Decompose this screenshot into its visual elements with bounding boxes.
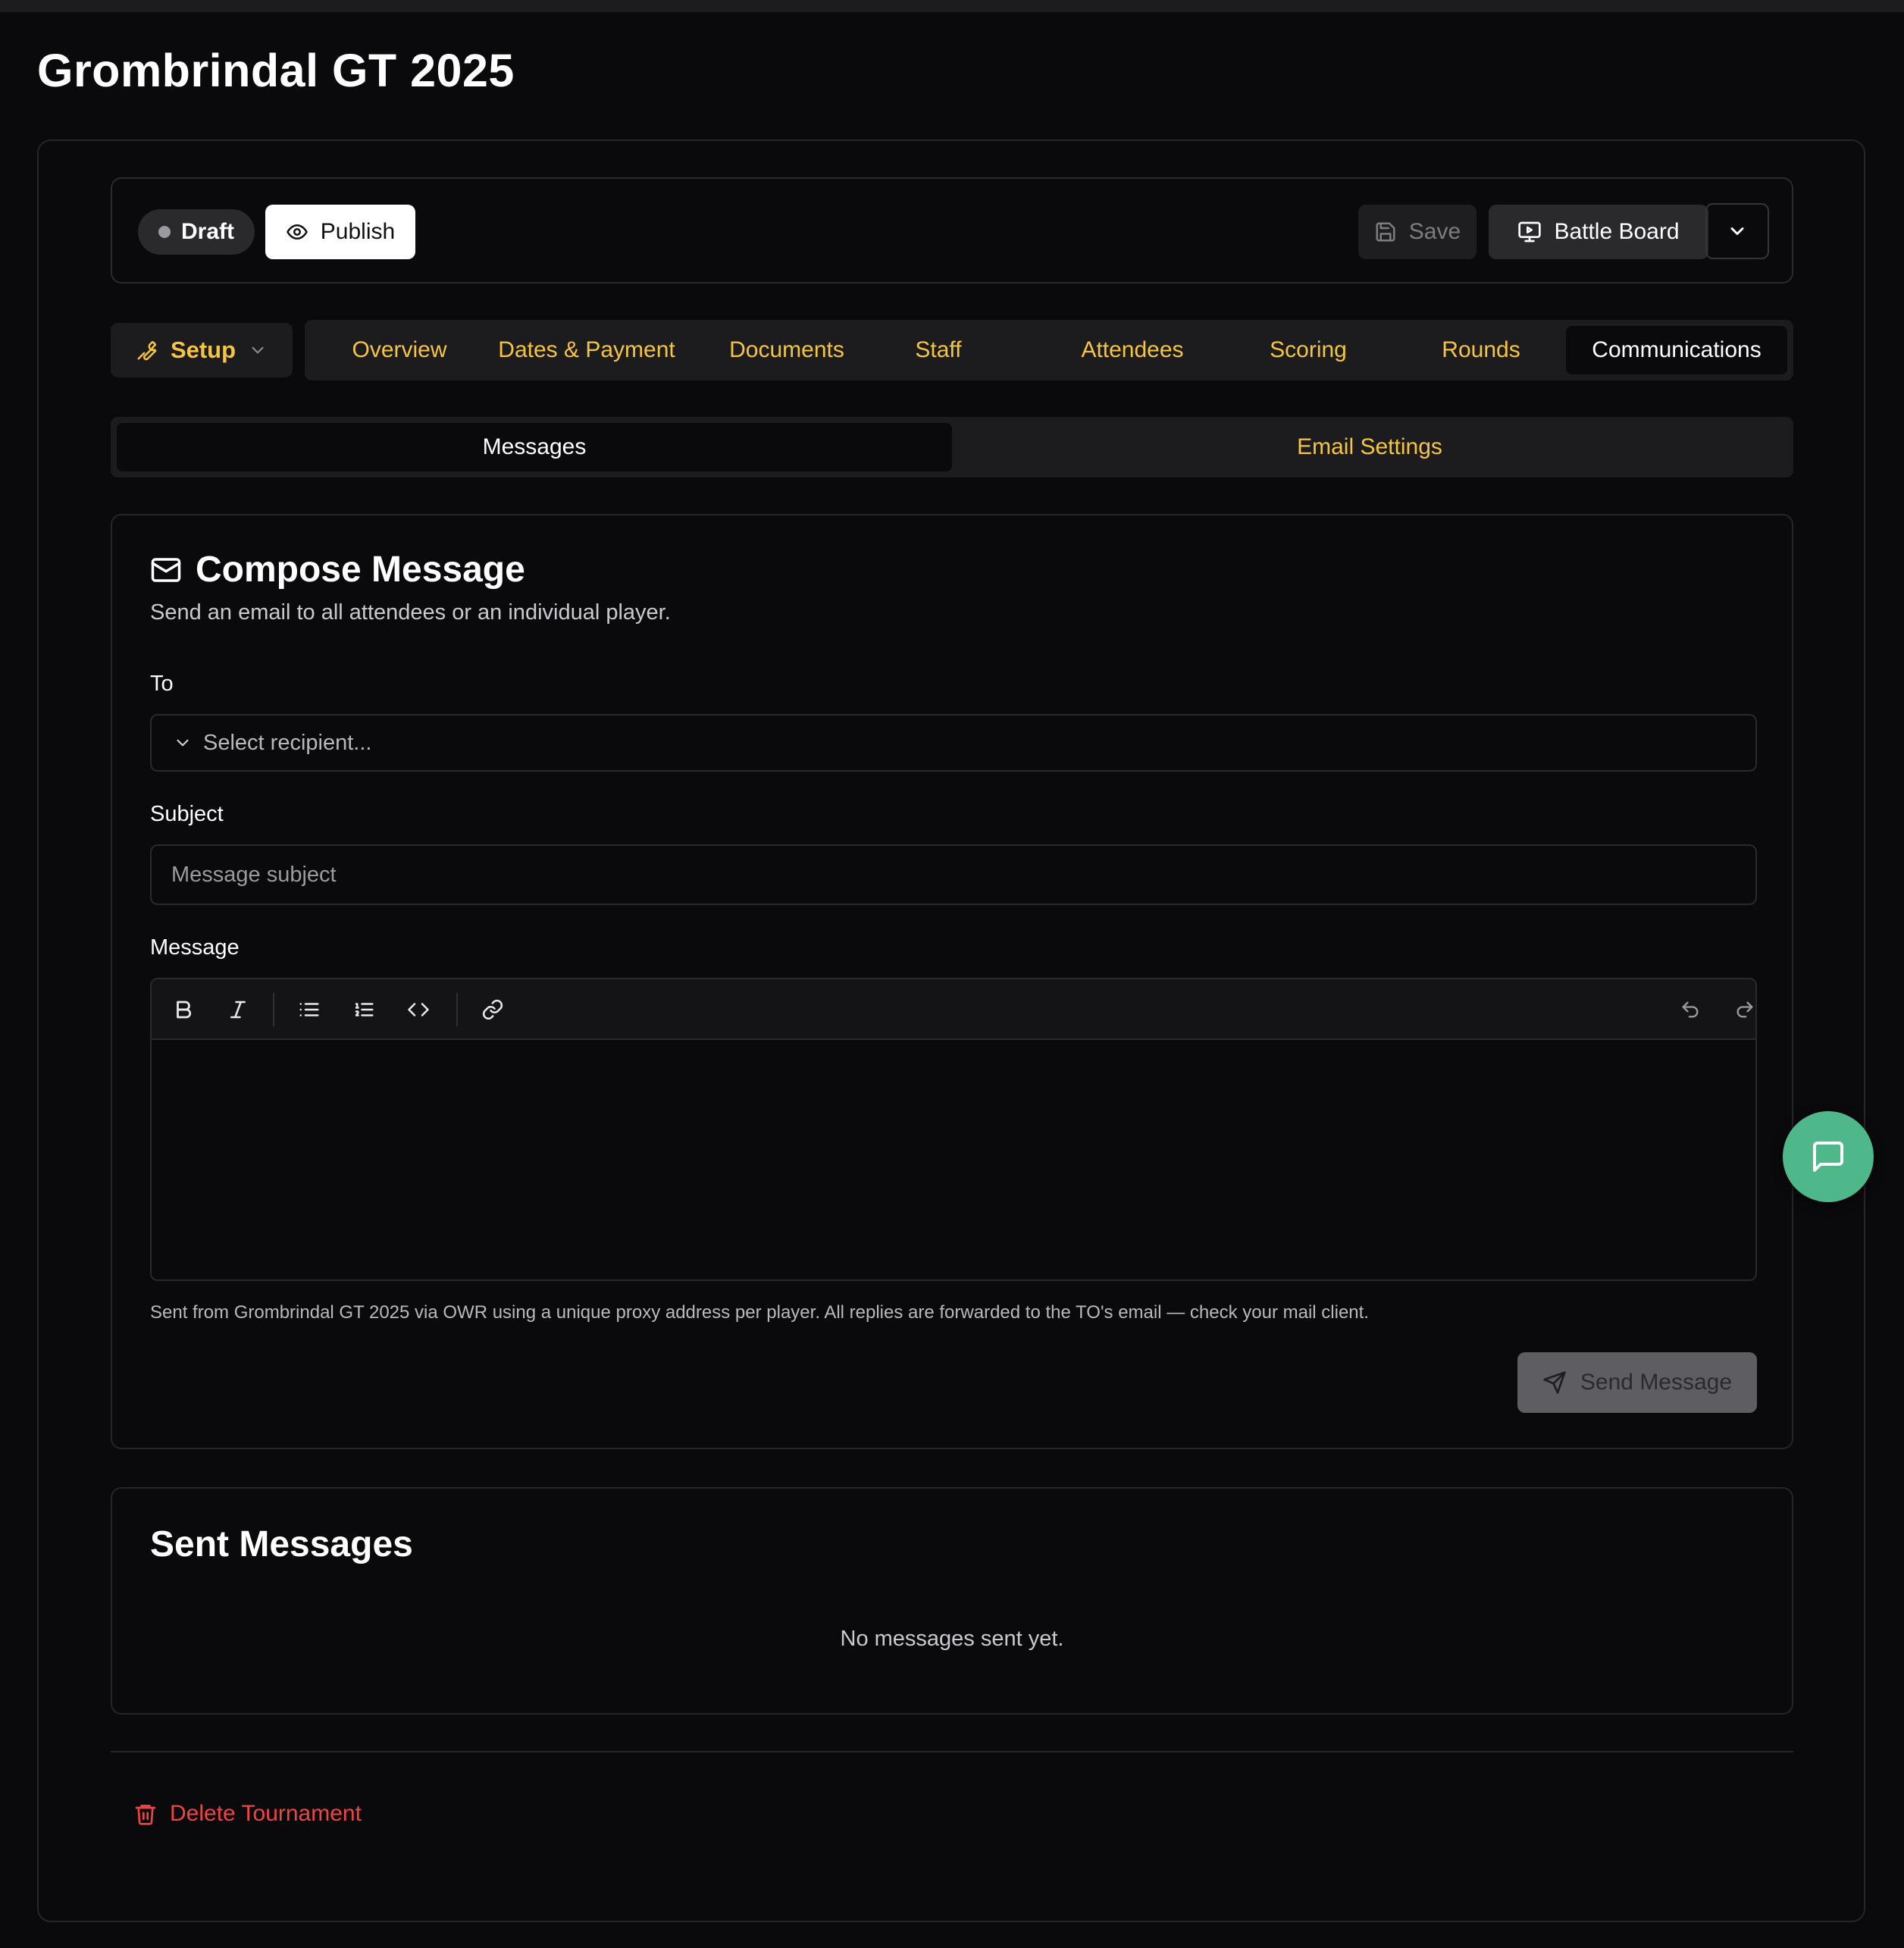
toolbar-divider	[273, 993, 274, 1026]
sent-messages-card: Sent Messages No messages sent yet.	[111, 1487, 1793, 1715]
mail-icon	[150, 554, 182, 586]
chat-bubble-icon	[1810, 1138, 1846, 1175]
communications-subtabs: Messages Email Settings	[111, 417, 1793, 478]
publish-button[interactable]: Publish	[265, 205, 415, 259]
subject-input[interactable]	[152, 862, 1755, 888]
chevron-down-icon	[173, 733, 193, 753]
tab-rounds[interactable]: Rounds	[1413, 326, 1549, 374]
recipient-placeholder: Select recipient...	[203, 730, 372, 755]
setup-label: Setup	[170, 337, 236, 363]
tab-scoring[interactable]: Scoring	[1240, 326, 1376, 374]
send-icon	[1542, 1370, 1567, 1395]
subtab-messages[interactable]: Messages	[117, 423, 952, 471]
sent-messages-heading: Sent Messages	[150, 1524, 413, 1564]
section-tabs: Overview Dates & Payment Documents Staff…	[305, 320, 1793, 381]
page-title: Grombrindal GT 2025	[37, 45, 515, 96]
message-label: Message	[150, 935, 240, 960]
proxy-footnote: Sent from Grombrindal GT 2025 via OWR us…	[150, 1302, 1369, 1323]
chat-support-button[interactable]	[1783, 1111, 1874, 1202]
toolbar-divider	[456, 993, 458, 1026]
bold-icon[interactable]	[167, 993, 200, 1026]
monitor-play-icon	[1517, 220, 1542, 244]
sent-empty-state: No messages sent yet.	[840, 1627, 1064, 1651]
save-label: Save	[1408, 219, 1461, 244]
bullet-list-icon[interactable]	[293, 993, 326, 1026]
tab-documents[interactable]: Documents	[709, 326, 864, 374]
compose-title: Compose Message	[150, 549, 525, 590]
top-bar	[0, 0, 1904, 12]
trash-icon	[133, 1802, 158, 1826]
code-icon[interactable]	[402, 993, 435, 1026]
save-icon	[1374, 221, 1397, 243]
ordered-list-icon[interactable]	[347, 993, 380, 1026]
subject-label: Subject	[150, 802, 224, 826]
recipient-select[interactable]: Select recipient...	[150, 714, 1757, 772]
tab-attendees[interactable]: Attendees	[1052, 326, 1213, 374]
compose-message-card: Compose Message Send an email to all att…	[111, 514, 1793, 1449]
chevron-down-icon	[248, 340, 268, 360]
delete-tournament-label: Delete Tournament	[170, 1801, 362, 1826]
setup-dropdown[interactable]: Setup	[111, 323, 293, 377]
publish-label: Publish	[320, 219, 396, 244]
compose-subtitle: Send an email to all attendees or an ind…	[150, 600, 671, 625]
tab-dates-payment[interactable]: Dates & Payment	[490, 326, 684, 374]
subject-field-wrapper	[150, 844, 1757, 905]
danger-divider	[111, 1751, 1793, 1752]
tab-communications[interactable]: Communications	[1566, 326, 1787, 374]
compose-heading: Compose Message	[196, 550, 525, 590]
undo-icon[interactable]	[1674, 993, 1707, 1026]
status-label: Draft	[180, 219, 234, 244]
send-message-button[interactable]: Send Message	[1517, 1352, 1757, 1413]
battle-board-button[interactable]: Battle Board	[1489, 205, 1708, 259]
eye-icon	[286, 221, 308, 243]
status-badge: Draft	[138, 209, 255, 255]
send-label: Send Message	[1580, 1370, 1733, 1395]
link-icon[interactable]	[476, 993, 509, 1026]
status-dot-icon	[158, 226, 171, 238]
more-actions-button[interactable]	[1705, 203, 1769, 259]
message-body-input[interactable]	[152, 1040, 1755, 1279]
tab-overview[interactable]: Overview	[327, 326, 471, 374]
chevron-down-icon	[1727, 221, 1748, 242]
tab-staff[interactable]: Staff	[893, 326, 984, 374]
wrench-icon	[136, 339, 158, 362]
save-button[interactable]: Save	[1358, 205, 1477, 259]
action-bar: Draft Publish Save Battle Board	[111, 177, 1793, 283]
message-editor	[150, 978, 1757, 1281]
delete-tournament-button[interactable]: Delete Tournament	[133, 1801, 362, 1827]
battle-board-label: Battle Board	[1554, 219, 1680, 244]
editor-toolbar	[152, 979, 1755, 1040]
to-label: To	[150, 672, 174, 696]
redo-icon[interactable]	[1728, 993, 1755, 1026]
subtab-email-settings[interactable]: Email Settings	[952, 423, 1787, 471]
italic-icon[interactable]	[221, 993, 255, 1026]
